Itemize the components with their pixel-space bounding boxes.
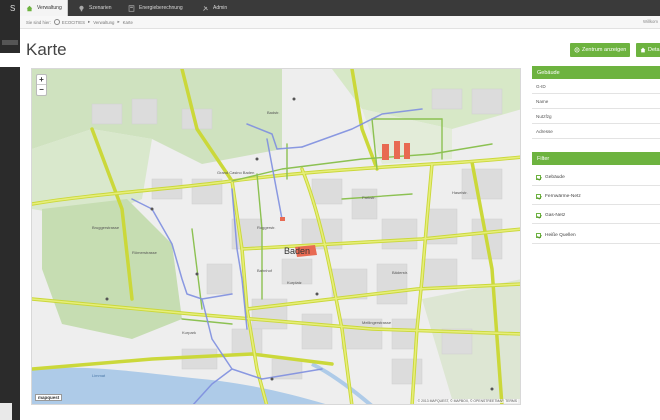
- breadcrumb-item-ecocities[interactable]: ECOCITIES: [62, 20, 85, 25]
- filter-label: Gas-Netz: [545, 212, 566, 218]
- map-attribution[interactable]: © 2013 MAPQUEST, © MAPBOX, © OPENSTREETM…: [416, 399, 518, 403]
- page-title: Karte: [26, 40, 67, 59]
- filter-item-gas[interactable]: Gas-Netz: [532, 207, 660, 224]
- map-label: Roggerstr.: [257, 225, 275, 230]
- tab-admin[interactable]: Admin: [196, 0, 236, 16]
- building-panel-header: Gebäude: [532, 66, 660, 79]
- top-navigation: Verwaltung Szenarien Energieberechnung A…: [20, 0, 660, 16]
- globe-icon: [53, 19, 60, 25]
- map-label: Kurplatz: [287, 280, 302, 285]
- sidebar-search-field[interactable]: [0, 53, 20, 67]
- filter-label: Gebäude: [545, 174, 565, 180]
- breadcrumb-item-karte: Karte: [122, 19, 133, 25]
- breadcrumb-separator: ▸: [88, 19, 91, 24]
- filter-item-quellen[interactable]: Heiße Quellen: [532, 227, 660, 244]
- app: S Verwaltung Szenarien Energieberechnung: [0, 0, 660, 420]
- target-icon: [574, 47, 580, 53]
- tab-label: Szenarien: [89, 5, 112, 11]
- scenario-icon: [78, 5, 85, 12]
- checkbox-checked[interactable]: [536, 193, 541, 199]
- map-label: Mellingerstrasse: [362, 320, 392, 325]
- tab-verwaltung[interactable]: Verwaltung: [20, 0, 68, 16]
- map-label: Bruggerstrasse: [92, 225, 120, 230]
- checkbox-checked[interactable]: [536, 174, 541, 180]
- building-field-adresse: Adresse: [532, 124, 660, 139]
- tab-label: Energieberechnung: [139, 5, 183, 11]
- map-label: Grand Casino Baden: [217, 170, 254, 175]
- details-button[interactable]: Deta: [636, 43, 660, 57]
- building-field-gid: G-ID: [532, 79, 660, 94]
- map-canvas[interactable]: Baden Roggerstr. Römerstrasse Mellingers…: [32, 69, 521, 405]
- filter-label: Heiße Quellen: [545, 232, 576, 238]
- map-label: Badstr.: [267, 110, 279, 115]
- tab-label: Admin: [213, 5, 228, 11]
- zoom-control: + −: [36, 74, 47, 96]
- zoom-in-button[interactable]: +: [37, 75, 46, 85]
- map-view[interactable]: Baden Roggerstr. Römerstrasse Mellingers…: [31, 68, 521, 405]
- map-label: Haselstr.: [452, 190, 468, 195]
- app-logo: S: [10, 4, 16, 13]
- center-map-label: Zentrum anzeigen: [582, 47, 627, 53]
- breadcrumb-separator: ▸: [117, 19, 120, 24]
- center-map-button[interactable]: Zentrum anzeigen: [570, 43, 631, 57]
- details-label: Deta: [648, 47, 660, 53]
- breadcrumb-item-verwaltung[interactable]: Verwaltung: [93, 20, 114, 25]
- checkbox-checked[interactable]: [536, 232, 541, 238]
- breadcrumb-prefix: Sie sind hier:: [26, 19, 51, 25]
- map-label: Parkstr.: [362, 195, 376, 200]
- checkbox-checked[interactable]: [536, 212, 541, 218]
- filter-item-fernwaerme[interactable]: Fernwärme-Netz: [532, 188, 660, 205]
- filter-item-gebaeude[interactable]: Gebäude: [532, 169, 660, 186]
- welcome-text: Willkom: [642, 19, 658, 24]
- tab-label: Verwaltung: [37, 5, 62, 11]
- map-label: Bäderstr.: [392, 270, 408, 275]
- map-label: Kurpark: [182, 330, 196, 335]
- sidebar-menu-item[interactable]: [2, 40, 18, 45]
- tab-energieberechnung[interactable]: Energieberechnung: [122, 0, 194, 16]
- filter-label: Fernwärme-Netz: [545, 193, 581, 199]
- tools-icon: [202, 5, 209, 12]
- sidebar-footer-button[interactable]: [0, 403, 12, 420]
- filter-panel-header: Filter: [532, 152, 660, 165]
- city-label: Baden: [284, 246, 310, 256]
- building-field-name: Name: [532, 94, 660, 109]
- home-icon: [640, 47, 646, 53]
- breadcrumb: Sie sind hier: ECOCITIES ▸ Verwaltung ▸ …: [20, 16, 660, 29]
- map-label: Limmat: [92, 373, 106, 378]
- mapquest-logo: mapquest: [35, 394, 63, 401]
- building-field-nutzfzg: Nutzfzg: [532, 109, 660, 124]
- home-icon: [26, 5, 33, 12]
- map-label: Bahnhof: [257, 268, 273, 273]
- calculator-icon: [128, 4, 135, 12]
- map-label: Römerstrasse: [132, 250, 158, 255]
- tab-szenarien[interactable]: Szenarien: [72, 0, 120, 16]
- zoom-out-button[interactable]: −: [37, 85, 46, 95]
- left-sidebar: S: [0, 0, 20, 420]
